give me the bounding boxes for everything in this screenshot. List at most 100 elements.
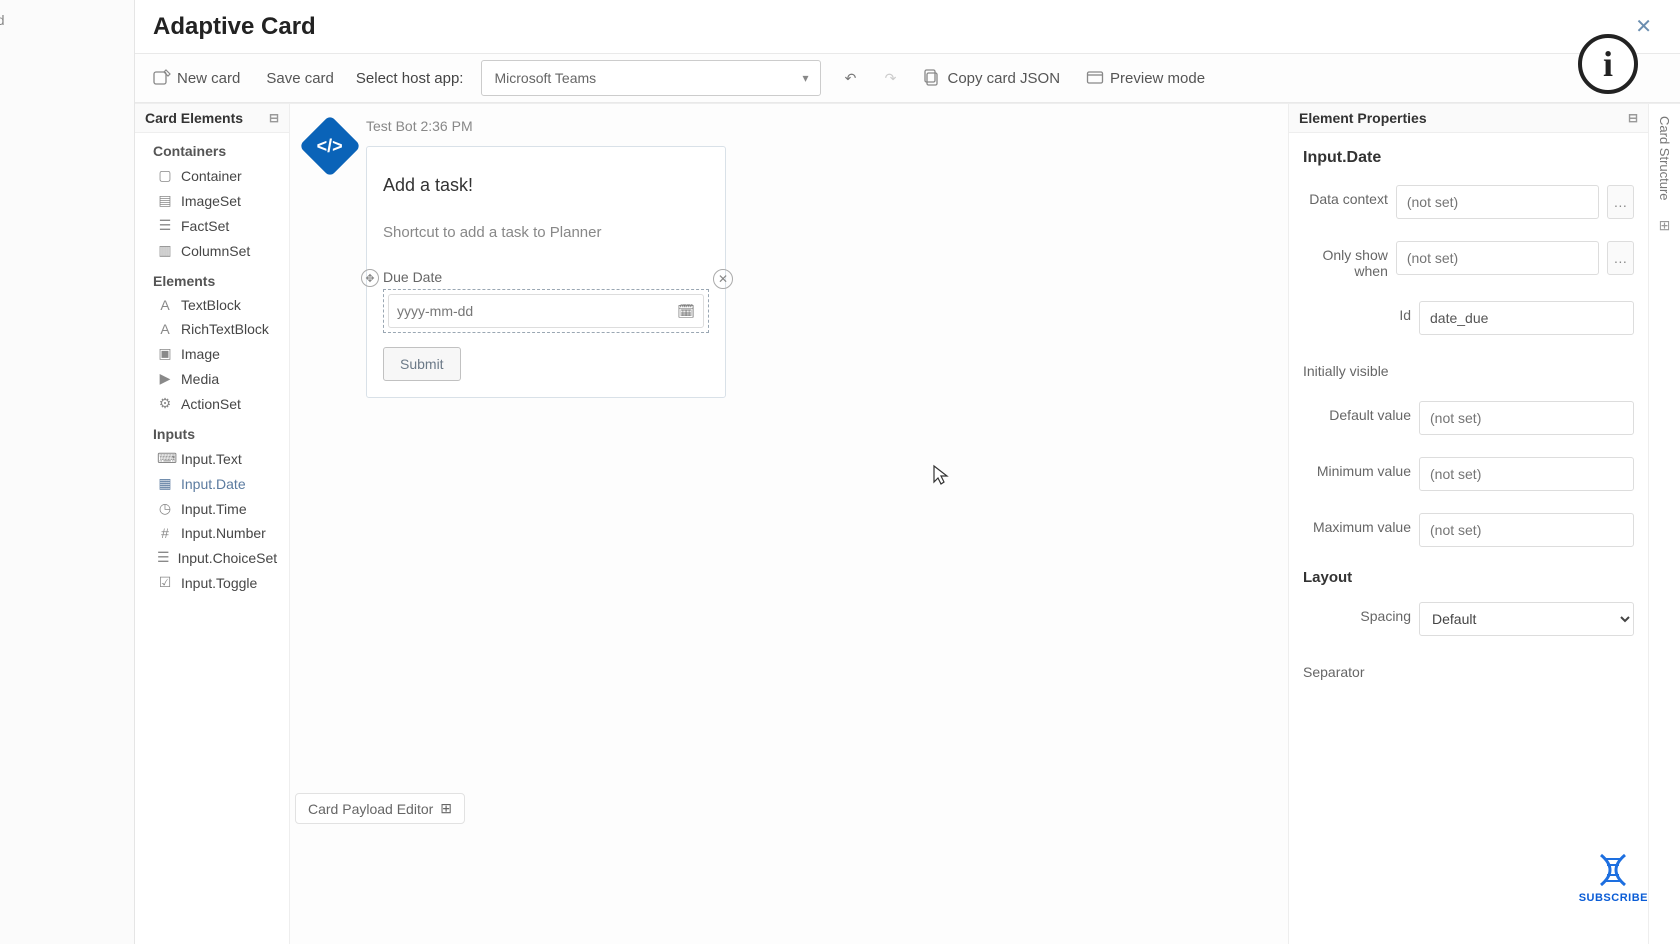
- category-containers: Containers: [135, 133, 289, 163]
- host-app-label: Select host app:: [356, 70, 464, 87]
- element-input-toggle[interactable]: ☑Input.Toggle: [135, 570, 289, 595]
- category-elements: Elements: [135, 263, 289, 293]
- redo-icon: ↷: [879, 67, 901, 89]
- element-input-time[interactable]: ◷Input.Time: [135, 496, 289, 521]
- prop-only-show-when-input[interactable]: [1396, 241, 1599, 275]
- submit-button[interactable]: Submit: [383, 347, 461, 381]
- collapse-icon[interactable]: ⊟: [1628, 111, 1638, 125]
- undo-icon[interactable]: ↶: [839, 67, 861, 89]
- new-card-icon: [153, 69, 171, 87]
- payload-editor-label: Card Payload Editor: [308, 801, 433, 817]
- element-input-number[interactable]: #Input.Number: [135, 521, 289, 545]
- prop-initially-visible-row: Initially visible: [1303, 357, 1634, 379]
- actionset-icon: ⚙: [157, 395, 173, 412]
- element-columnset[interactable]: ▥ColumnSet: [135, 238, 289, 263]
- expand-icon: ⊞: [440, 800, 452, 817]
- new-card-button[interactable]: New card: [149, 63, 244, 93]
- prop-min-value-input[interactable]: [1419, 457, 1634, 491]
- subscribe-badge[interactable]: SUBSCRIBE: [1579, 852, 1648, 904]
- card-description[interactable]: Shortcut to add a task to Planner: [383, 224, 709, 241]
- preview-label: Preview mode: [1110, 70, 1205, 87]
- card-column: Test Bot 2:36 PM Add a task! Shortcut to…: [366, 118, 726, 398]
- ellipsis-icon[interactable]: …: [1607, 185, 1634, 219]
- card-payload-editor-toggle[interactable]: Card Payload Editor ⊞: [295, 793, 465, 824]
- element-imageset[interactable]: ▤ImageSet: [135, 188, 289, 213]
- delete-element-icon[interactable]: ✕: [713, 269, 733, 289]
- prop-default-value-label: Default value: [1303, 401, 1411, 423]
- columnset-icon: ▥: [157, 242, 173, 259]
- host-app-select[interactable]: Microsoft Teams ▾: [481, 60, 821, 96]
- prop-min-value-row: Minimum value: [1303, 457, 1634, 491]
- prop-spacing-label: Spacing: [1303, 602, 1411, 624]
- element-input-choiceset[interactable]: ☰Input.ChoiceSet: [135, 545, 289, 570]
- prop-spacing-row: Spacing Default: [1303, 602, 1634, 636]
- prop-max-value-label: Maximum value: [1303, 513, 1411, 535]
- prop-min-value-label: Minimum value: [1303, 457, 1411, 479]
- save-card-button[interactable]: Save card: [262, 64, 338, 93]
- prop-separator-label: Separator: [1303, 658, 1364, 680]
- element-factset[interactable]: ☰FactSet: [135, 213, 289, 238]
- page-title: Adaptive Card: [153, 13, 316, 41]
- selected-input-date-element[interactable]: ✥ ✕ Due Date yyyy-mm-dd 🗓: [383, 269, 709, 333]
- prop-default-value-input[interactable]: [1419, 401, 1634, 435]
- properties-header: Element Properties ⊟: [1289, 104, 1648, 133]
- calendar-icon[interactable]: 🗓: [677, 303, 695, 320]
- card-structure-tab[interactable]: Card Structure: [1657, 116, 1672, 201]
- media-icon: ▶: [157, 370, 173, 387]
- element-media[interactable]: ▶Media: [135, 366, 289, 391]
- preview-mode-button[interactable]: Preview mode: [1082, 63, 1209, 93]
- element-container[interactable]: ▢Container: [135, 163, 289, 188]
- element-input-text[interactable]: ⌨Input.Text: [135, 446, 289, 471]
- imageset-icon: ▤: [157, 192, 173, 209]
- expand-panel-icon[interactable]: ⊞: [1659, 217, 1671, 234]
- preview-icon: [1086, 69, 1104, 87]
- subscribe-label: SUBSCRIBE: [1579, 892, 1648, 904]
- prop-default-value-row: Default value: [1303, 401, 1634, 435]
- element-image[interactable]: ▣Image: [135, 341, 289, 366]
- host-app-value: Microsoft Teams: [494, 70, 596, 86]
- card-headline[interactable]: Add a task!: [383, 175, 709, 196]
- close-icon[interactable]: ✕: [1627, 10, 1660, 43]
- element-richtextblock[interactable]: ARichTextBlock: [135, 317, 289, 341]
- move-handle-icon[interactable]: ✥: [361, 269, 379, 287]
- save-card-label: Save card: [266, 70, 334, 87]
- richtextblock-icon: A: [157, 321, 173, 337]
- prop-spacing-select[interactable]: Default: [1419, 602, 1634, 636]
- copy-json-button[interactable]: Copy card JSON: [919, 63, 1064, 93]
- prop-max-value-input[interactable]: [1419, 513, 1634, 547]
- prop-id-input[interactable]: [1419, 301, 1634, 335]
- elements-list: Containers ▢Container ▤ImageSet ☰FactSet…: [135, 133, 289, 595]
- date-input-field[interactable]: yyyy-mm-dd 🗓: [388, 294, 704, 328]
- prop-only-show-when-row: Only show when …: [1303, 241, 1634, 279]
- prop-data-context-label: Data context: [1303, 185, 1388, 207]
- prop-max-value-row: Maximum value: [1303, 513, 1634, 547]
- input-choiceset-icon: ☰: [157, 549, 170, 566]
- selection-outline: yyyy-mm-dd 🗓: [383, 289, 709, 333]
- right-rail: Card Structure ⊞: [1648, 103, 1680, 944]
- prop-data-context-row: Data context …: [1303, 185, 1634, 219]
- info-overlay-icon: i: [1578, 34, 1638, 94]
- element-actionset[interactable]: ⚙ActionSet: [135, 391, 289, 416]
- image-icon: ▣: [157, 345, 173, 362]
- input-date-icon: ▦: [157, 475, 173, 492]
- card-preview-wrapper: </> Test Bot 2:36 PM Add a task! Shortcu…: [290, 104, 1288, 398]
- element-input-date[interactable]: ▦Input.Date: [135, 471, 289, 496]
- prop-data-context-input[interactable]: [1396, 185, 1599, 219]
- adaptive-card-preview[interactable]: Add a task! Shortcut to add a task to Pl…: [366, 146, 726, 398]
- properties-title: Element Properties: [1299, 110, 1427, 126]
- prop-separator-row: Separator: [1303, 658, 1634, 680]
- bot-avatar-icon: </>: [299, 115, 361, 177]
- layout-section-header: Layout: [1303, 569, 1634, 586]
- element-textblock[interactable]: ATextBlock: [135, 293, 289, 317]
- collapse-icon[interactable]: ⊟: [269, 111, 279, 125]
- card-elements-header: Card Elements ⊟: [135, 104, 289, 133]
- ellipsis-icon[interactable]: …: [1607, 241, 1634, 275]
- prop-only-show-when-label: Only show when: [1303, 241, 1388, 279]
- card-elements-title: Card Elements: [145, 110, 243, 126]
- category-inputs: Inputs: [135, 416, 289, 446]
- prop-id-row: Id: [1303, 301, 1634, 335]
- title-bar: Adaptive Card ✕: [135, 0, 1680, 53]
- input-text-icon: ⌨: [157, 450, 173, 467]
- input-time-icon: ◷: [157, 500, 173, 517]
- date-placeholder: yyyy-mm-dd: [397, 303, 473, 319]
